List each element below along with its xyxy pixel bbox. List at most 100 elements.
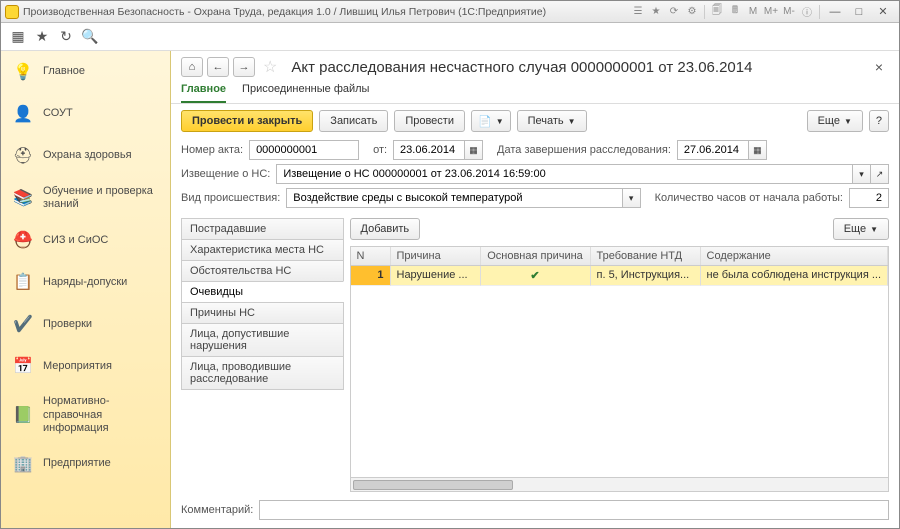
history-icon[interactable]: ↻ (55, 26, 77, 48)
post-button[interactable]: Провести (394, 110, 465, 132)
search-icon[interactable]: 🔍 (79, 26, 101, 48)
hours-label: Количество часов от начала работы: (655, 192, 843, 204)
sidebar-item-checks[interactable]: ✔️Проверки (1, 303, 170, 345)
sidebar-item-main[interactable]: 💡Главное (1, 51, 170, 93)
doc-fields: Номер акта: от: ▦ Дата завершения рассле… (171, 138, 899, 218)
back-button[interactable]: ← (207, 57, 229, 77)
sidebar: 💡Главное 👤СОУТ ⛑Охрана здоровья 📚Обучени… (1, 51, 171, 528)
sidebar-item-siz[interactable]: ⛑️СИЗ и СиОС (1, 219, 170, 261)
notice-label: Извещение о НС: (181, 168, 270, 180)
sidebar-item-permits[interactable]: 📋Наряды-допуски (1, 261, 170, 303)
post-and-close-button[interactable]: Провести и закрыть (181, 110, 313, 132)
notice-open-icon[interactable]: ↗ (871, 164, 889, 184)
table-row[interactable]: 1 Нарушение ... ✔ п. 5, Инструкция... не… (351, 266, 889, 286)
col-desc[interactable]: Содержание (701, 247, 889, 265)
window-title: Производственная Безопасность - Охрана Т… (23, 6, 629, 18)
minimize-button[interactable]: — (823, 4, 847, 20)
kind-select-icon[interactable]: ▾ (623, 188, 641, 208)
sidebar-item-health[interactable]: ⛑Охрана здоровья (1, 135, 170, 177)
tb-m-minus[interactable]: M- (781, 4, 797, 20)
sidebar-item-enterprise[interactable]: 🏢Предприятие (1, 443, 170, 485)
close-document-button[interactable]: × (869, 57, 889, 77)
events-icon: 📅 (11, 354, 35, 378)
col-reason[interactable]: Причина (391, 247, 481, 265)
sidebar-item-reference[interactable]: 📗Нормативно-справочная информация (1, 387, 170, 443)
close-window-button[interactable]: ✕ (871, 4, 895, 20)
grid-more-button[interactable]: Еще▼ (833, 218, 889, 240)
sidebar-item-events[interactable]: 📅Мероприятия (1, 345, 170, 387)
help-button[interactable]: ? (869, 110, 889, 132)
grid-body[interactable]: 1 Нарушение ... ✔ п. 5, Инструкция... не… (351, 266, 889, 477)
doc-toolbar: Провести и закрыть Записать Провести 📄▼ … (171, 104, 899, 138)
from-date-picker-icon[interactable]: ▦ (465, 140, 483, 160)
from-date-input[interactable] (393, 140, 465, 160)
medkit-icon: ⛑ (11, 144, 35, 168)
print-button[interactable]: Печать▼ (517, 110, 587, 132)
sidebar-item-training[interactable]: 📚Обучение и проверка знаний (1, 177, 170, 219)
col-req[interactable]: Требование НТД (591, 247, 701, 265)
helmet-icon: ⛑️ (11, 228, 35, 252)
hours-input[interactable] (849, 188, 889, 208)
from-label: от: (373, 144, 387, 156)
doc-nav-row: ⌂ ← → ☆ Акт расследования несчастного сл… (171, 51, 899, 79)
notice-select-icon[interactable]: ▾ (853, 164, 871, 184)
end-label: Дата завершения расследования: (497, 144, 671, 156)
maximize-button[interactable]: □ (847, 4, 871, 20)
home-button[interactable]: ⌂ (181, 57, 203, 77)
horizontal-scrollbar[interactable] (351, 477, 889, 491)
home-icon: 💡 (11, 60, 35, 84)
apps-icon[interactable]: ▦ (7, 26, 29, 48)
comment-input[interactable] (259, 500, 889, 520)
cell-req[interactable]: п. 5, Инструкция... (591, 266, 701, 286)
doc-tabs: Главное Присоединенные файлы (171, 79, 899, 104)
gt-reasons[interactable]: Причины НС (181, 302, 344, 323)
sidebar-item-sout[interactable]: 👤СОУТ (1, 93, 170, 135)
tb-icon-1[interactable]: ☰ (630, 4, 646, 20)
tb-icon-6[interactable]: 🖩 (727, 4, 743, 20)
tab-main[interactable]: Главное (181, 79, 226, 103)
gt-violators[interactable]: Лица, допустившие нарушения (181, 323, 344, 356)
end-date-picker-icon[interactable]: ▦ (749, 140, 767, 160)
kind-input[interactable] (286, 188, 622, 208)
gt-victims[interactable]: Пострадавшие (181, 218, 344, 239)
cell-main[interactable]: ✔ (481, 266, 591, 286)
help-icon[interactable]: ⓘ (799, 4, 815, 20)
app-icon (5, 5, 19, 19)
add-row-button[interactable]: Добавить (350, 218, 421, 240)
tb-m-plus[interactable]: M+ (763, 4, 779, 20)
tb-icon-5[interactable]: 🗐 (709, 4, 725, 20)
tb-icon-2[interactable]: ★ (648, 4, 664, 20)
col-n[interactable]: N (351, 247, 391, 265)
tb-m[interactable]: M (745, 4, 761, 20)
grid: N Причина Основная причина Требование НТ… (350, 246, 890, 492)
gt-place[interactable]: Характеристика места НС (181, 239, 344, 260)
gt-witnesses[interactable]: Очевидцы (181, 281, 344, 302)
num-input[interactable] (249, 140, 359, 160)
tb-icon-3[interactable]: ⟳ (666, 4, 682, 20)
check-icon: ✔️ (11, 312, 35, 336)
comment-row: Комментарий: (171, 496, 899, 528)
quickbar: ▦ ★ ↻ 🔍 (1, 23, 899, 51)
end-date-input[interactable] (677, 140, 749, 160)
tb-icon-4[interactable]: ⚙ (684, 4, 700, 20)
forward-button[interactable]: → (233, 57, 255, 77)
favorite-star-icon[interactable]: ☆ (263, 57, 277, 77)
gt-circ[interactable]: Обстоятельства НС (181, 260, 344, 281)
content-area: ⌂ ← → ☆ Акт расследования несчастного сл… (171, 51, 899, 528)
gt-investigators[interactable]: Лица, проводившие расследование (181, 356, 344, 390)
star-icon[interactable]: ★ (31, 26, 53, 48)
cell-n[interactable]: 1 (351, 266, 391, 286)
col-main[interactable]: Основная причина (481, 247, 591, 265)
reference-icon: 📗 (11, 403, 35, 427)
notice-input[interactable] (276, 164, 853, 184)
tab-files[interactable]: Присоединенные файлы (242, 79, 369, 103)
permit-icon: 📋 (11, 270, 35, 294)
kind-label: Вид происшествия: (181, 192, 280, 204)
cell-desc[interactable]: не была соблюдена инструкция ... (701, 266, 889, 286)
create-based-on-button[interactable]: 📄▼ (471, 110, 511, 132)
save-button[interactable]: Записать (319, 110, 388, 132)
more-button[interactable]: Еще▼ (807, 110, 863, 132)
cell-reason[interactable]: Нарушение ... (391, 266, 481, 286)
grid-header: N Причина Основная причина Требование НТ… (351, 247, 889, 266)
scrollbar-thumb[interactable] (353, 480, 513, 490)
